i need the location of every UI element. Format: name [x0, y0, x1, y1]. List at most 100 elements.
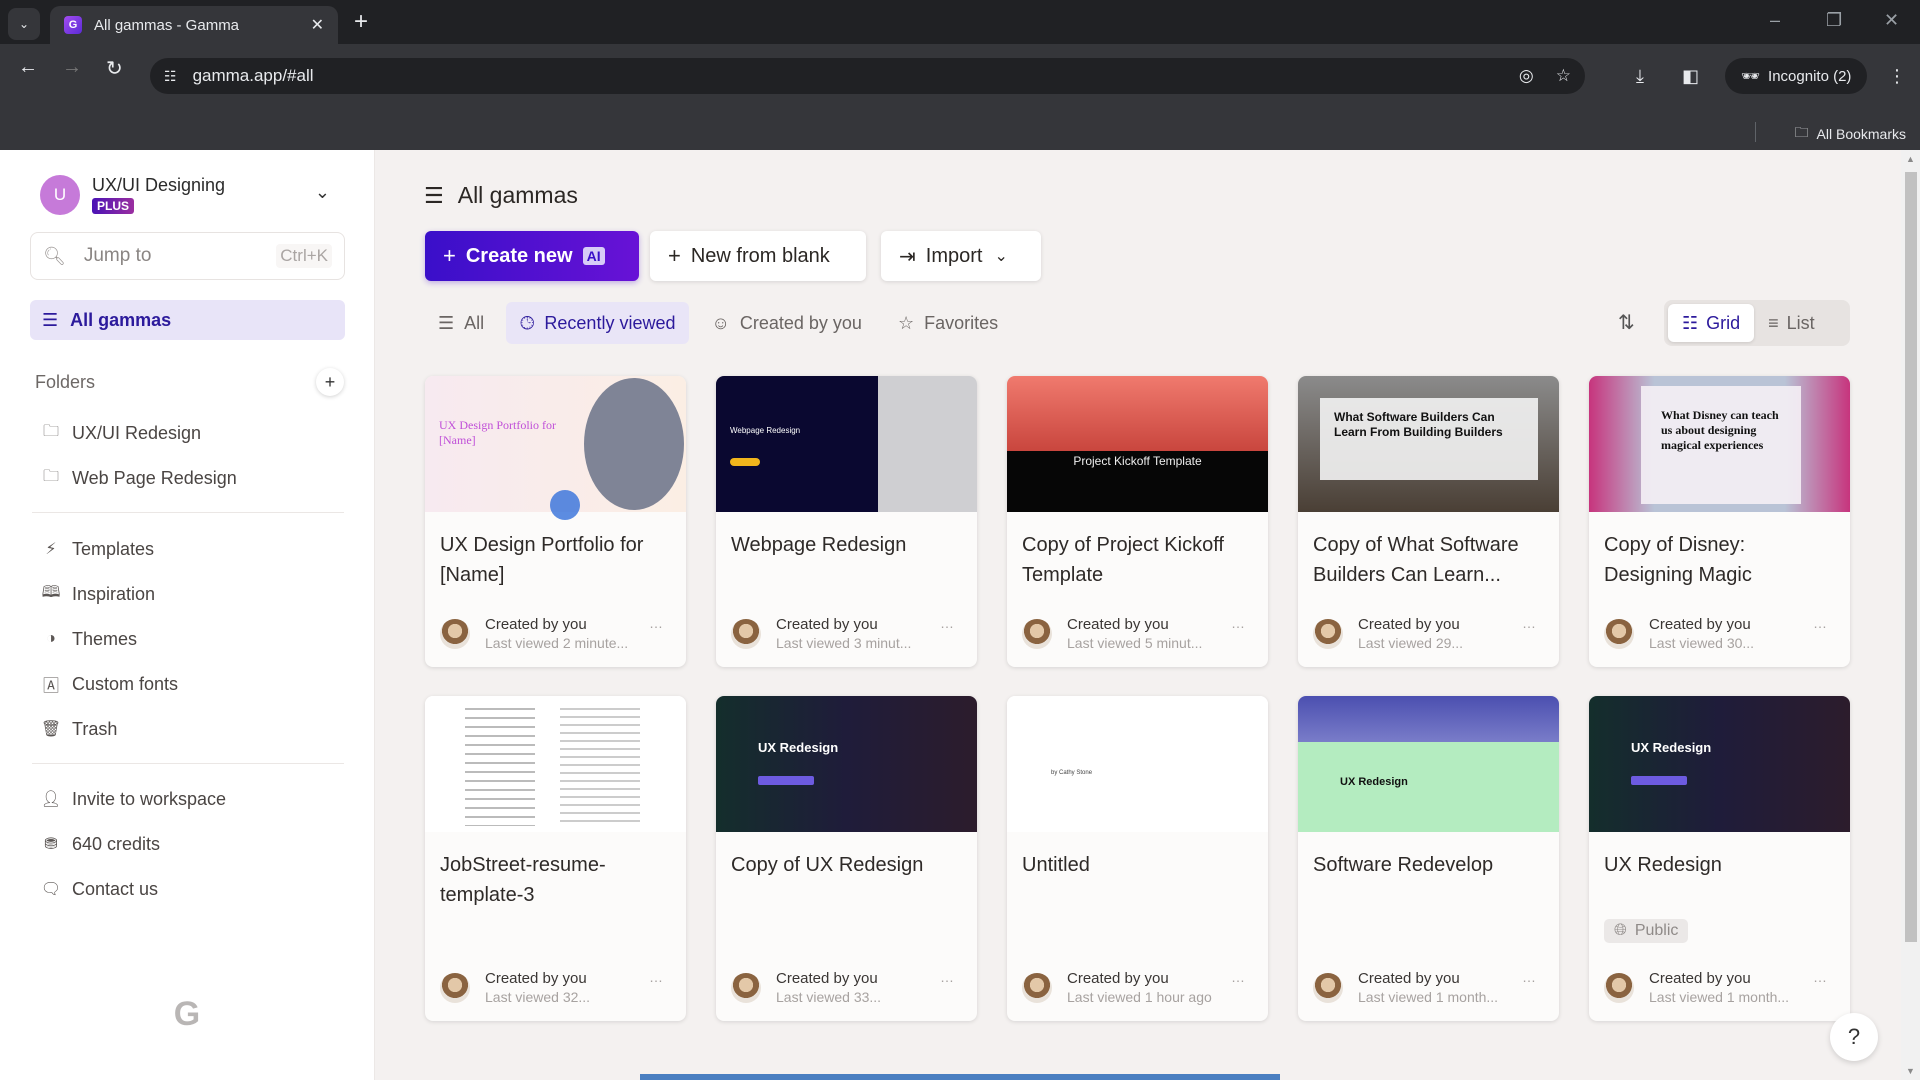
- add-folder-button[interactable]: +: [316, 368, 344, 396]
- sort-icon[interactable]: ⇅: [1618, 310, 1635, 335]
- sidebar-item-label: Inspiration: [72, 583, 156, 604]
- minimize-button[interactable]: –: [1770, 10, 1780, 31]
- main-content: ☰ All gammas + Create new AI + New from …: [376, 150, 1900, 1080]
- close-window-button[interactable]: ✕: [1884, 10, 1899, 31]
- sidebar-item-contact[interactable]: 🗨︎ Contact us: [40, 874, 158, 904]
- side-panel-icon[interactable]: ◧: [1682, 66, 1699, 87]
- tab-favorites[interactable]: ☆ Favorites: [884, 302, 1012, 344]
- bookmark-star-icon[interactable]: ☆: [1556, 66, 1571, 86]
- forward-icon[interactable]: →: [62, 56, 82, 79]
- gamma-card[interactable]: UX Redesign UX Redesign 🌐︎ Public Create…: [1589, 696, 1850, 1021]
- thumbnail-text: UX Redesign: [1631, 740, 1712, 755]
- avatar: [440, 618, 470, 649]
- sidebar-item-all-gammas[interactable]: ☰ All gammas: [30, 300, 345, 340]
- gamma-card[interactable]: Webpage Redesign Webpage Redesign Create…: [716, 376, 977, 667]
- sidebar-item-trash[interactable]: 🗑︎ Trash: [40, 714, 118, 744]
- browser-tab[interactable]: G All gammas - Gamma ✕: [50, 6, 338, 44]
- more-options-icon[interactable]: …: [1522, 969, 1537, 985]
- tab-all[interactable]: ☰ All: [424, 302, 498, 344]
- back-icon[interactable]: ←: [18, 56, 38, 79]
- card-last-viewed: Last viewed 5 minut...: [1067, 635, 1203, 651]
- create-new-button[interactable]: + Create new AI: [425, 231, 639, 281]
- thumbnail-text: by Cathy Stone: [1051, 770, 1093, 776]
- sidebar-item-custom-fonts[interactable]: 🄰︎ Custom fonts: [40, 669, 178, 699]
- incognito-button[interactable]: 🕶 Incognito (2): [1725, 58, 1868, 94]
- invite-user-icon: 👤︎: [40, 791, 62, 808]
- browser-menu-icon[interactable]: ⋮: [1888, 66, 1906, 87]
- workspace-switcher[interactable]: U UX/UI Designing PLUS ⌄: [40, 172, 340, 218]
- help-button[interactable]: ?: [1830, 1013, 1878, 1061]
- more-options-icon[interactable]: …: [1813, 615, 1828, 631]
- scrollbar-thumb[interactable]: [1905, 172, 1917, 942]
- reload-icon[interactable]: ↻: [106, 56, 123, 81]
- card-title: JobStreet-resume-template-3: [440, 854, 606, 906]
- eye-off-icon[interactable]: ◎: [1519, 66, 1534, 86]
- sidebar-item-credits[interactable]: ⛃ 640 credits: [40, 829, 160, 859]
- site-info-icon[interactable]: ☷: [164, 68, 177, 85]
- chevron-down-icon[interactable]: ⌄: [315, 182, 330, 203]
- thumbnail-text: UX Redesign: [1340, 776, 1408, 788]
- gamma-card[interactable]: What Disney can teach us about designing…: [1589, 376, 1850, 667]
- avatar: [1313, 618, 1343, 649]
- more-options-icon[interactable]: …: [649, 969, 664, 985]
- sidebar-item-inspiration[interactable]: 🕮︎ Inspiration: [40, 579, 156, 609]
- sidebar-folder-ux-ui-redesign[interactable]: 🗀 UX/UI Redesign: [40, 418, 201, 448]
- sidebar-item-templates[interactable]: ⚡︎ Templates: [40, 534, 154, 564]
- view-toggle: ☷ Grid ≡ List: [1664, 300, 1850, 346]
- stack-icon: ☰: [438, 312, 455, 333]
- gamma-favicon-icon: G: [64, 16, 82, 34]
- gamma-card[interactable]: What Software Builders Can Learn From Bu…: [1298, 376, 1559, 667]
- list-view-button[interactable]: ≡ List: [1754, 304, 1829, 342]
- sidebar-item-label: Invite to workspace: [72, 788, 227, 809]
- more-options-icon[interactable]: …: [649, 615, 664, 631]
- sidebar-folder-web-page-redesign[interactable]: 🗀 Web Page Redesign: [40, 463, 237, 493]
- incognito-label: Incognito (2): [1768, 67, 1852, 85]
- credits-icon: ⛃: [44, 836, 58, 853]
- jump-to-search[interactable]: 🔍︎ Jump to Ctrl+K: [30, 232, 345, 280]
- browser-tabstrip: ⌄ G All gammas - Gamma ✕ + – ❐ ✕: [0, 0, 1920, 44]
- card-title: UX Design Portfolio for [Name]: [440, 534, 644, 586]
- gamma-card[interactable]: UX Design Portfolio for [Name] UX Design…: [425, 376, 686, 667]
- incognito-icon: 🕶: [1741, 68, 1761, 85]
- card-title: Untitled: [1022, 854, 1090, 876]
- card-meta: Created by you Last viewed 1 month...: [1313, 970, 1498, 1005]
- tab-created-by-you[interactable]: ☺ Created by you: [697, 302, 875, 344]
- card-last-viewed: Last viewed 1 month...: [1358, 989, 1499, 1005]
- card-last-viewed: Last viewed 1 month...: [1649, 989, 1790, 1005]
- card-meta: Created by you Last viewed 1 month...: [1604, 970, 1789, 1005]
- card-created-by: Created by you: [1358, 616, 1460, 633]
- more-options-icon[interactable]: …: [1522, 615, 1537, 631]
- scroll-down-icon[interactable]: ▼: [1906, 1066, 1915, 1076]
- restore-button[interactable]: ❐: [1826, 10, 1842, 31]
- vertical-scrollbar[interactable]: ▲ ▼: [1901, 150, 1920, 1080]
- tab-search-button[interactable]: ⌄: [8, 8, 40, 40]
- sidebar: U UX/UI Designing PLUS ⌄ 🔍︎ Jump to Ctrl…: [0, 150, 375, 1080]
- sidebar-item-label: Web Page Redesign: [72, 467, 237, 488]
- gamma-card[interactable]: JobStreet-resume-template-3 Created by y…: [425, 696, 686, 1021]
- more-options-icon[interactable]: …: [1813, 969, 1828, 985]
- more-options-icon[interactable]: …: [940, 615, 955, 631]
- scroll-up-icon[interactable]: ▲: [1906, 154, 1915, 164]
- thumbnail-panel: What Disney can teach us about designing…: [1641, 386, 1801, 504]
- new-from-blank-button[interactable]: + New from blank: [650, 231, 866, 281]
- import-button[interactable]: ⇥ Import ⌄: [881, 231, 1041, 281]
- more-options-icon[interactable]: …: [1231, 969, 1246, 985]
- grid-view-button[interactable]: ☷ Grid: [1668, 304, 1755, 342]
- sidebar-item-themes[interactable]: ◑ Themes: [40, 624, 137, 654]
- close-tab-icon[interactable]: ✕: [311, 15, 324, 35]
- gamma-card[interactable]: UX Redesign Copy of UX Redesign Created …: [716, 696, 977, 1021]
- card-thumbnail: UX Redesign: [716, 696, 977, 832]
- download-icon[interactable]: ⤓: [1636, 66, 1644, 87]
- tab-recently-viewed[interactable]: 🕒︎ Recently viewed: [506, 302, 690, 344]
- more-options-icon[interactable]: …: [1231, 615, 1246, 631]
- gamma-card[interactable]: UX Redesign Software Redevelop Created b…: [1298, 696, 1559, 1021]
- new-tab-button[interactable]: +: [354, 10, 368, 34]
- gamma-card[interactable]: by Cathy Stone Untitled Created by you La…: [1007, 696, 1268, 1021]
- thumbnail-lines: [465, 708, 535, 826]
- sidebar-item-invite[interactable]: 👤︎ Invite to workspace: [40, 784, 226, 814]
- card-meta: Created by you Last viewed 2 minute...: [440, 616, 628, 651]
- all-bookmarks-button[interactable]: 🗀 All Bookmarks: [1795, 122, 1906, 146]
- more-options-icon[interactable]: …: [940, 969, 955, 985]
- address-bar[interactable]: ☷ gamma.app/#all ◎ ☆: [150, 58, 1585, 94]
- gamma-card[interactable]: Project Kickoff Template Copy of Project…: [1007, 376, 1268, 667]
